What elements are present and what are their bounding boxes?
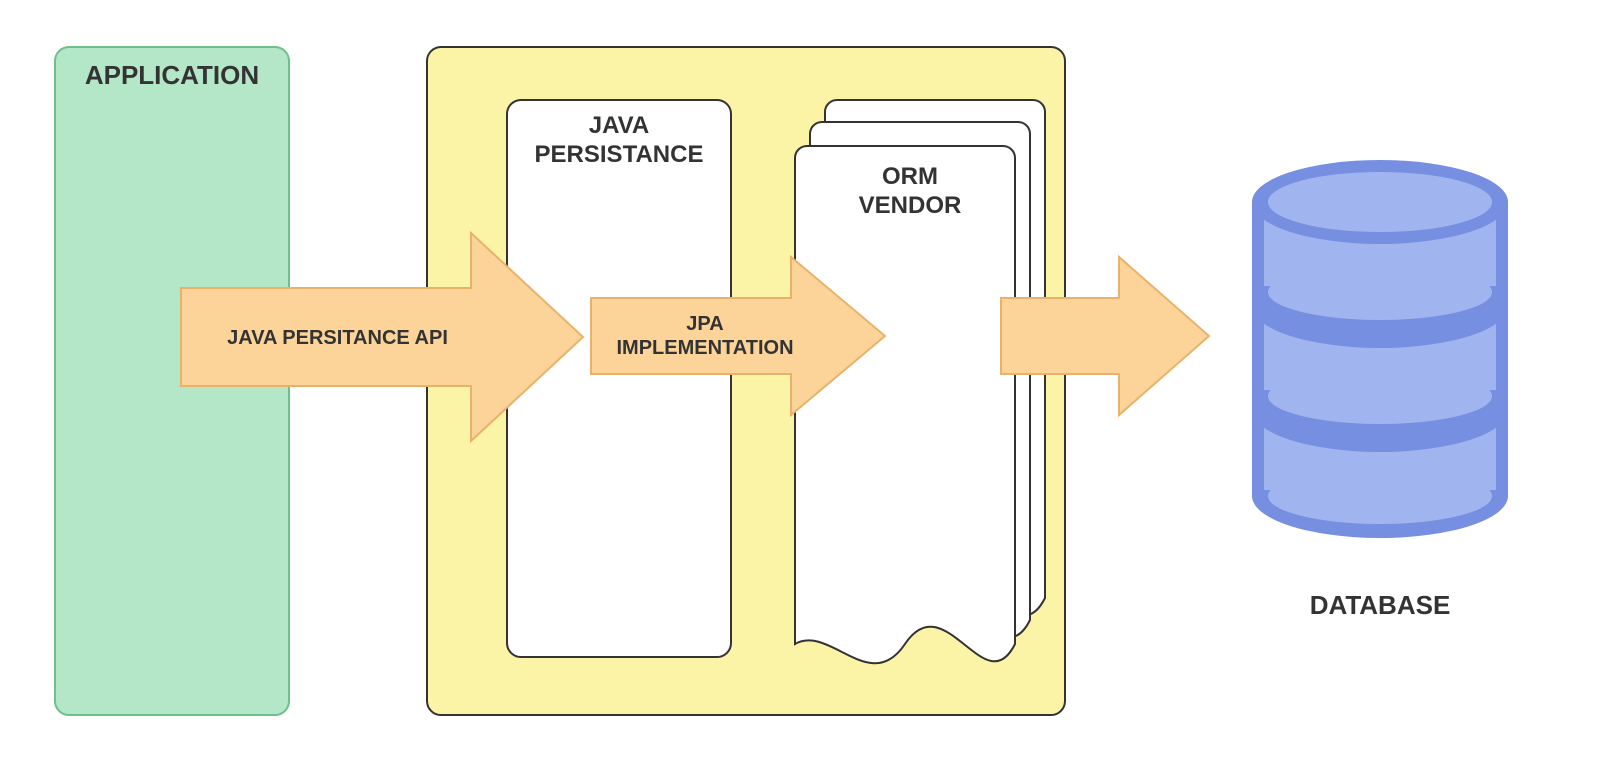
database-label: DATABASE: [1230, 590, 1530, 621]
orm-vendor-label: ORM VENDOR: [805, 163, 1015, 221]
java-persistance-label: JAVA PERSISTANCE: [506, 112, 732, 170]
database-icon: [1230, 134, 1530, 564]
arrow-to-database: [1000, 256, 1210, 416]
application-label: APPLICATION: [54, 60, 290, 91]
diagram-canvas: JAVA PERSISTANCE ORM VENDOR APPLICATION …: [0, 0, 1602, 758]
arrow-jpa-api-label: JAVA PERSITANCE API: [195, 326, 480, 350]
arrow-jpa-implementation-label: JPA IMPLEMENTATION: [590, 312, 820, 360]
